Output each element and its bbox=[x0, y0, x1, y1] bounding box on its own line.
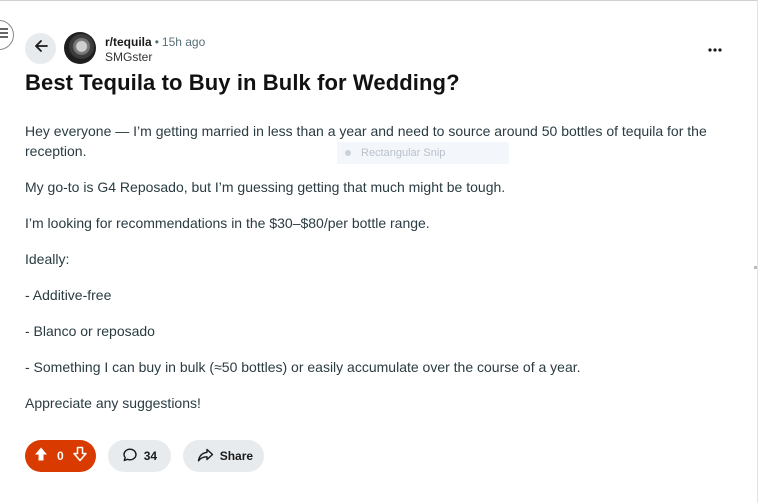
snip-dot-icon bbox=[345, 150, 351, 156]
more-horizontal-icon bbox=[708, 39, 722, 57]
post-paragraph: Ideally: bbox=[25, 251, 70, 267]
subreddit-avatar[interactable] bbox=[64, 32, 96, 64]
menu-button[interactable] bbox=[0, 20, 14, 50]
snip-tooltip-ghost: Rectangular Snip bbox=[337, 142, 509, 164]
author-link[interactable]: SMGster bbox=[105, 50, 205, 65]
arrow-down-icon[interactable] bbox=[72, 446, 88, 467]
hamburger-menu-icon bbox=[0, 26, 9, 44]
share-label: Share bbox=[219, 449, 254, 463]
subreddit-link[interactable]: r/tequila bbox=[105, 35, 152, 49]
post-time: 15h ago bbox=[161, 35, 206, 49]
arrow-left-icon bbox=[33, 38, 49, 59]
speech-bubble-icon bbox=[122, 447, 138, 466]
comment-count: 34 bbox=[143, 449, 158, 463]
scrollbar-marker bbox=[754, 266, 757, 269]
arrow-up-icon[interactable] bbox=[33, 446, 49, 467]
post-meta: r/tequila • 15h ago SMGster bbox=[105, 34, 205, 65]
back-button[interactable] bbox=[25, 33, 56, 64]
meta-separator: • bbox=[154, 35, 159, 49]
comments-button[interactable]: 34 bbox=[107, 440, 171, 472]
snip-label: Rectangular Snip bbox=[361, 147, 446, 159]
post-paragraph: I’m looking for recommendations in the $… bbox=[25, 215, 430, 231]
vote-count: 0 bbox=[57, 449, 64, 463]
post-paragraph: My go-to is G4 Reposado, but I’m guessin… bbox=[25, 179, 506, 195]
post-paragraph: Appreciate any suggestions! bbox=[25, 395, 201, 411]
share-button[interactable]: Share bbox=[182, 440, 264, 472]
vote-control: 0 bbox=[25, 440, 96, 472]
post-paragraph: - Blanco or reposado bbox=[25, 323, 155, 339]
post-actions: 0 34 Share bbox=[25, 440, 264, 472]
more-options-button[interactable] bbox=[702, 38, 728, 58]
window-top-border bbox=[0, 0, 758, 1]
post-title: Best Tequila to Buy in Bulk for Wedding? bbox=[25, 70, 460, 95]
post-paragraph: - Additive-free bbox=[25, 287, 112, 303]
post-body: Hey everyone — I’m getting married in le… bbox=[25, 121, 725, 429]
post-paragraph: - Something I can buy in bulk (≈50 bottl… bbox=[25, 359, 581, 375]
share-arrow-icon bbox=[197, 447, 214, 466]
